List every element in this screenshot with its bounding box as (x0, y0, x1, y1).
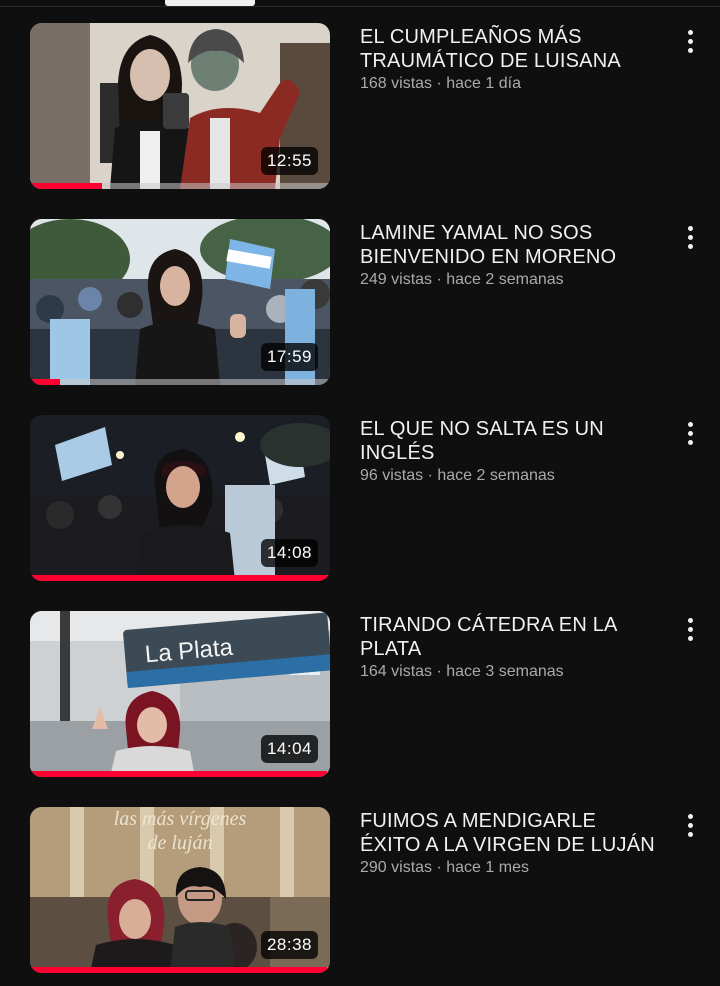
more-vert-icon-dot (687, 234, 693, 240)
video-duration: 12:55 (260, 147, 318, 175)
more-vert-icon-dot (687, 831, 693, 837)
watch-progress-fill (30, 379, 60, 385)
watch-progress-bar (30, 967, 330, 973)
more-vert-icon (687, 29, 693, 35)
video-item[interactable]: 17:59 LAMINE YAMAL NO SOS BIENVENIDO EN … (0, 219, 720, 387)
video-thumbnail[interactable]: 14:08 (30, 415, 330, 581)
scroll-indicator (165, 0, 255, 6)
video-stats: 290 vistas · hace 1 mes (360, 859, 529, 876)
video-item[interactable]: 12:55 EL CUMPLEAÑOS MÁS TRAUMÁTICO DE LU… (0, 23, 720, 191)
more-vert-icon-dot (687, 439, 693, 445)
video-title[interactable]: EL CUMPLEAÑOS MÁS TRAUMÁTICO DE LUISANA (360, 25, 660, 73)
watch-progress-fill (30, 771, 327, 777)
video-meta: LAMINE YAMAL NO SOS BIENVENIDO EN MORENO… (360, 221, 660, 291)
watch-progress-bar (30, 771, 330, 777)
more-options-button[interactable] (676, 223, 704, 251)
video-duration: 14:04 (260, 735, 318, 763)
video-thumbnail[interactable]: 17:59 (30, 219, 330, 385)
video-duration: 28:38 (260, 931, 318, 959)
watch-progress-bar (30, 183, 330, 189)
video-thumbnail[interactable]: 12:55 (30, 23, 330, 189)
video-duration: 14:08 (260, 539, 318, 567)
video-stats: 164 vistas · hace 3 semanas (360, 663, 564, 680)
video-thumbnail[interactable]: La Plata 14:04 (30, 611, 330, 777)
video-item[interactable]: La Plata 14:04 TIRANDO CÁTEDRA EN LA PLA… (0, 611, 720, 779)
more-options-button[interactable] (676, 419, 704, 447)
more-vert-icon-dot (687, 822, 693, 828)
video-item[interactable]: 14:08 EL QUE NO SALTA ES UN INGLÉS 96 vi… (0, 415, 720, 583)
video-stats: 249 vistas · hace 2 semanas (360, 271, 564, 288)
more-vert-icon (687, 813, 693, 819)
video-stats: 96 vistas · hace 2 semanas (360, 467, 555, 484)
more-vert-icon (687, 617, 693, 623)
more-options-button[interactable] (676, 27, 704, 55)
more-vert-icon (687, 225, 693, 231)
video-duration: 17:59 (260, 343, 318, 371)
watch-progress-bar (30, 379, 330, 385)
more-vert-icon-dot (687, 430, 693, 436)
video-meta: TIRANDO CÁTEDRA EN LA PLATA 164 vistas ·… (360, 613, 660, 683)
video-title[interactable]: EL QUE NO SALTA ES UN INGLÉS (360, 417, 660, 465)
more-options-button[interactable] (676, 811, 704, 839)
video-title[interactable]: TIRANDO CÁTEDRA EN LA PLATA (360, 613, 660, 661)
svg-text:de luján: de luján (148, 832, 213, 854)
watch-progress-fill (30, 183, 102, 189)
video-thumbnail[interactable]: las más vírgenes de luján 28:38 (30, 807, 330, 973)
watch-progress-bar (30, 575, 330, 581)
video-title[interactable]: FUIMOS A MENDIGARLE ÉXITO A LA VIRGEN DE… (360, 809, 660, 857)
video-meta: FUIMOS A MENDIGARLE ÉXITO A LA VIRGEN DE… (360, 809, 660, 879)
more-vert-icon-dot (687, 38, 693, 44)
video-meta: EL QUE NO SALTA ES UN INGLÉS 96 vistas ·… (360, 417, 660, 487)
more-vert-icon-dot (687, 626, 693, 632)
svg-text:las más vírgenes: las más vírgenes (114, 808, 247, 830)
video-item[interactable]: las más vírgenes de luján 28:38 FUIMOS A… (0, 807, 720, 975)
more-vert-icon-dot (687, 47, 693, 53)
video-title[interactable]: LAMINE YAMAL NO SOS BIENVENIDO EN MORENO (360, 221, 660, 269)
video-meta: EL CUMPLEAÑOS MÁS TRAUMÁTICO DE LUISANA … (360, 25, 660, 95)
more-options-button[interactable] (676, 615, 704, 643)
watch-progress-fill (30, 575, 327, 581)
top-divider (0, 0, 720, 7)
more-vert-icon-dot (687, 635, 693, 641)
more-vert-icon-dot (687, 243, 693, 249)
watch-progress-fill (30, 967, 327, 973)
more-vert-icon (687, 421, 693, 427)
video-stats: 168 vistas · hace 1 día (360, 75, 521, 92)
